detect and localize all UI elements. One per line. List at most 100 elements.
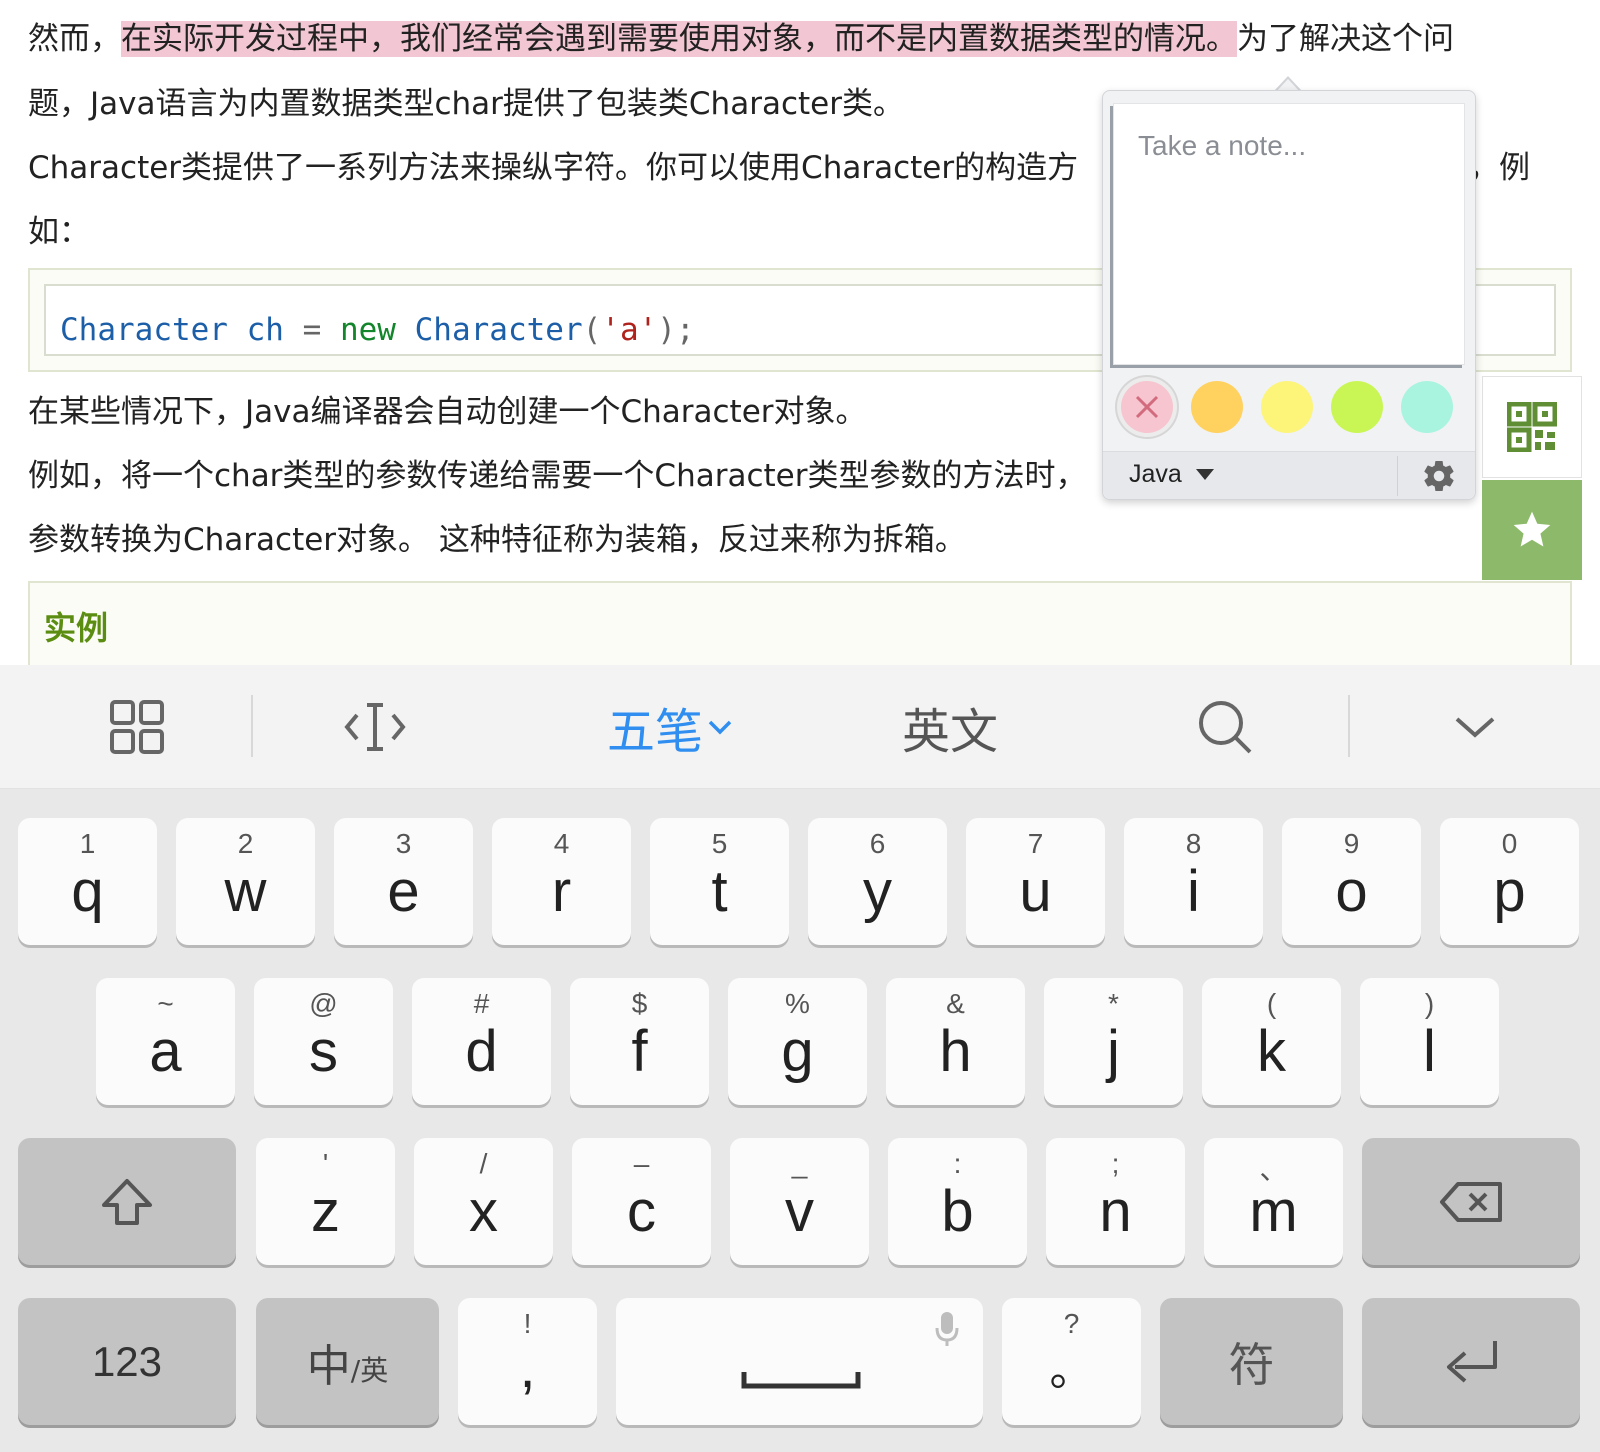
color-swatch-teal[interactable] bbox=[1401, 381, 1453, 433]
english-mode-button[interactable]: 英文 bbox=[860, 665, 1040, 789]
symbols-key[interactable]: 符 bbox=[1160, 1298, 1343, 1425]
text-segment: 然而， bbox=[28, 21, 121, 57]
paragraph-line-3-tail: ，例 bbox=[1468, 150, 1530, 186]
comma-key[interactable]: ! , bbox=[458, 1298, 597, 1425]
color-swatch-green[interactable] bbox=[1331, 381, 1383, 433]
highlighted-text[interactable]: 在实际开发过程中，我们经常会遇到需要使用对象，而不是内置数据类型的情况。 bbox=[121, 21, 1237, 57]
key-letter: n bbox=[1099, 1179, 1132, 1244]
backspace-icon bbox=[1440, 1181, 1502, 1222]
keyboard-toolbar: 五笔 英文 bbox=[0, 665, 1600, 789]
symbols-key-label: 符 bbox=[1228, 1337, 1275, 1392]
code-token-string: 'a' bbox=[601, 312, 658, 348]
key-letter: q bbox=[71, 859, 104, 924]
code-line: Character ch = new Character('a'); bbox=[60, 312, 695, 348]
paragraph-line-3: Character类提供了一系列方法来操纵字符。你可以使用Character的构… bbox=[28, 146, 1078, 190]
shift-key[interactable] bbox=[18, 1138, 236, 1265]
key-letter: w bbox=[224, 859, 267, 924]
key-letter: 。 bbox=[1049, 1346, 1094, 1395]
enter-icon bbox=[1447, 1340, 1497, 1383]
key-l[interactable]: ) l bbox=[1360, 978, 1499, 1105]
key-z[interactable]: ' z bbox=[256, 1138, 395, 1265]
paragraph-line-7: 参数转换为Character对象。 这种特征称为装箱，反过来称为拆箱。 bbox=[28, 522, 966, 558]
numbers-key[interactable]: 123 bbox=[18, 1298, 236, 1425]
hide-keyboard-button[interactable] bbox=[1420, 665, 1530, 789]
note-textarea[interactable]: Take a note... bbox=[1113, 103, 1465, 365]
key-letter: o bbox=[1335, 859, 1368, 924]
key-e[interactable]: 3e bbox=[334, 818, 473, 945]
color-swatch-orange[interactable] bbox=[1191, 381, 1243, 433]
key-c[interactable]: – c bbox=[572, 1138, 711, 1265]
input-mode-label: 五笔 bbox=[606, 704, 703, 760]
close-icon bbox=[1135, 395, 1159, 419]
code-token-type: Character bbox=[60, 312, 228, 348]
key-n[interactable]: ; n bbox=[1046, 1138, 1185, 1265]
text-segment: 为了解决这个问 bbox=[1237, 21, 1454, 57]
chevron-down-icon bbox=[1455, 717, 1495, 738]
key-letter: b bbox=[941, 1179, 974, 1244]
key-o[interactable]: 9o bbox=[1282, 818, 1421, 945]
key-letter: g bbox=[781, 1019, 814, 1084]
key-v[interactable]: _ v bbox=[730, 1138, 869, 1265]
chevron-down-icon bbox=[1195, 468, 1214, 480]
key-hint: ( bbox=[1266, 988, 1277, 1019]
paragraph-line-2: 题，Java语言为内置数据类型char提供了包装类Character类。 bbox=[28, 86, 904, 122]
notebook-select[interactable]: Java bbox=[1129, 460, 1214, 489]
key-x[interactable]: / x bbox=[414, 1138, 553, 1265]
key-hint: * bbox=[1108, 988, 1119, 1019]
key-k[interactable]: (k bbox=[1202, 978, 1341, 1105]
code-token-operator: = bbox=[302, 312, 322, 348]
color-swatch-pink[interactable] bbox=[1121, 381, 1173, 433]
key-letter: u bbox=[1019, 859, 1052, 924]
key-a[interactable]: ~ a bbox=[96, 978, 235, 1105]
code-token-identifier: ch bbox=[227, 312, 303, 348]
code-token-punctuation: ); bbox=[657, 312, 695, 348]
grid-menu-button[interactable] bbox=[80, 665, 194, 789]
key-hint: 2 bbox=[237, 828, 254, 859]
key-letter: c bbox=[627, 1179, 656, 1244]
key-letter: s bbox=[309, 1019, 338, 1084]
gear-icon[interactable] bbox=[1421, 458, 1457, 494]
key-i[interactable]: 8i bbox=[1124, 818, 1263, 945]
key-j[interactable]: * j bbox=[1044, 978, 1183, 1105]
key-q[interactable]: 1q bbox=[18, 818, 157, 945]
space-key[interactable] bbox=[616, 1298, 983, 1425]
key-b[interactable]: :b bbox=[888, 1138, 1027, 1265]
key-hint: 1 bbox=[79, 828, 96, 859]
note-footer: Java bbox=[1103, 451, 1475, 499]
enter-key[interactable] bbox=[1362, 1298, 1580, 1425]
key-f[interactable]: $ f bbox=[570, 978, 709, 1105]
key-w[interactable]: 2w bbox=[176, 818, 315, 945]
key-letter: h bbox=[939, 1019, 972, 1084]
microphone-icon bbox=[935, 1312, 959, 1346]
key-d[interactable]: # d bbox=[412, 978, 551, 1105]
key-hint: 8 bbox=[1185, 828, 1202, 859]
language-switch-key[interactable]: 中/英 bbox=[256, 1298, 439, 1425]
code-token-type: Character bbox=[414, 312, 583, 348]
color-swatch-yellow[interactable] bbox=[1261, 381, 1313, 433]
favorite-button[interactable] bbox=[1482, 480, 1582, 580]
key-letter: v bbox=[785, 1179, 814, 1244]
qr-code-button[interactable] bbox=[1482, 376, 1582, 478]
key-y[interactable]: 6y bbox=[808, 818, 947, 945]
backspace-key[interactable] bbox=[1362, 1138, 1580, 1265]
input-mode-selector[interactable]: 五笔 bbox=[570, 665, 770, 789]
key-hint: % bbox=[785, 988, 810, 1019]
color-swatches bbox=[1121, 381, 1461, 437]
key-hint: ; bbox=[1111, 1148, 1120, 1179]
toolbar-separator bbox=[251, 695, 253, 757]
cursor-button[interactable] bbox=[320, 665, 430, 789]
key-u[interactable]: 7u bbox=[966, 818, 1105, 945]
key-t[interactable]: 5t bbox=[650, 818, 789, 945]
note-popup: Take a note... Java bbox=[1102, 90, 1476, 500]
key-s[interactable]: @ s bbox=[254, 978, 393, 1105]
key-letter: r bbox=[551, 859, 572, 924]
key-letter: x bbox=[469, 1179, 498, 1244]
key-hint: 3 bbox=[395, 828, 412, 859]
key-p[interactable]: 0p bbox=[1440, 818, 1579, 945]
keyboard-search-button[interactable] bbox=[1170, 665, 1280, 789]
period-key[interactable]: ? 。 bbox=[1002, 1298, 1141, 1425]
key-m[interactable]: 、 m bbox=[1204, 1138, 1343, 1265]
key-g[interactable]: % g bbox=[728, 978, 867, 1105]
key-h[interactable]: & h bbox=[886, 978, 1025, 1105]
key-r[interactable]: 4r bbox=[492, 818, 631, 945]
